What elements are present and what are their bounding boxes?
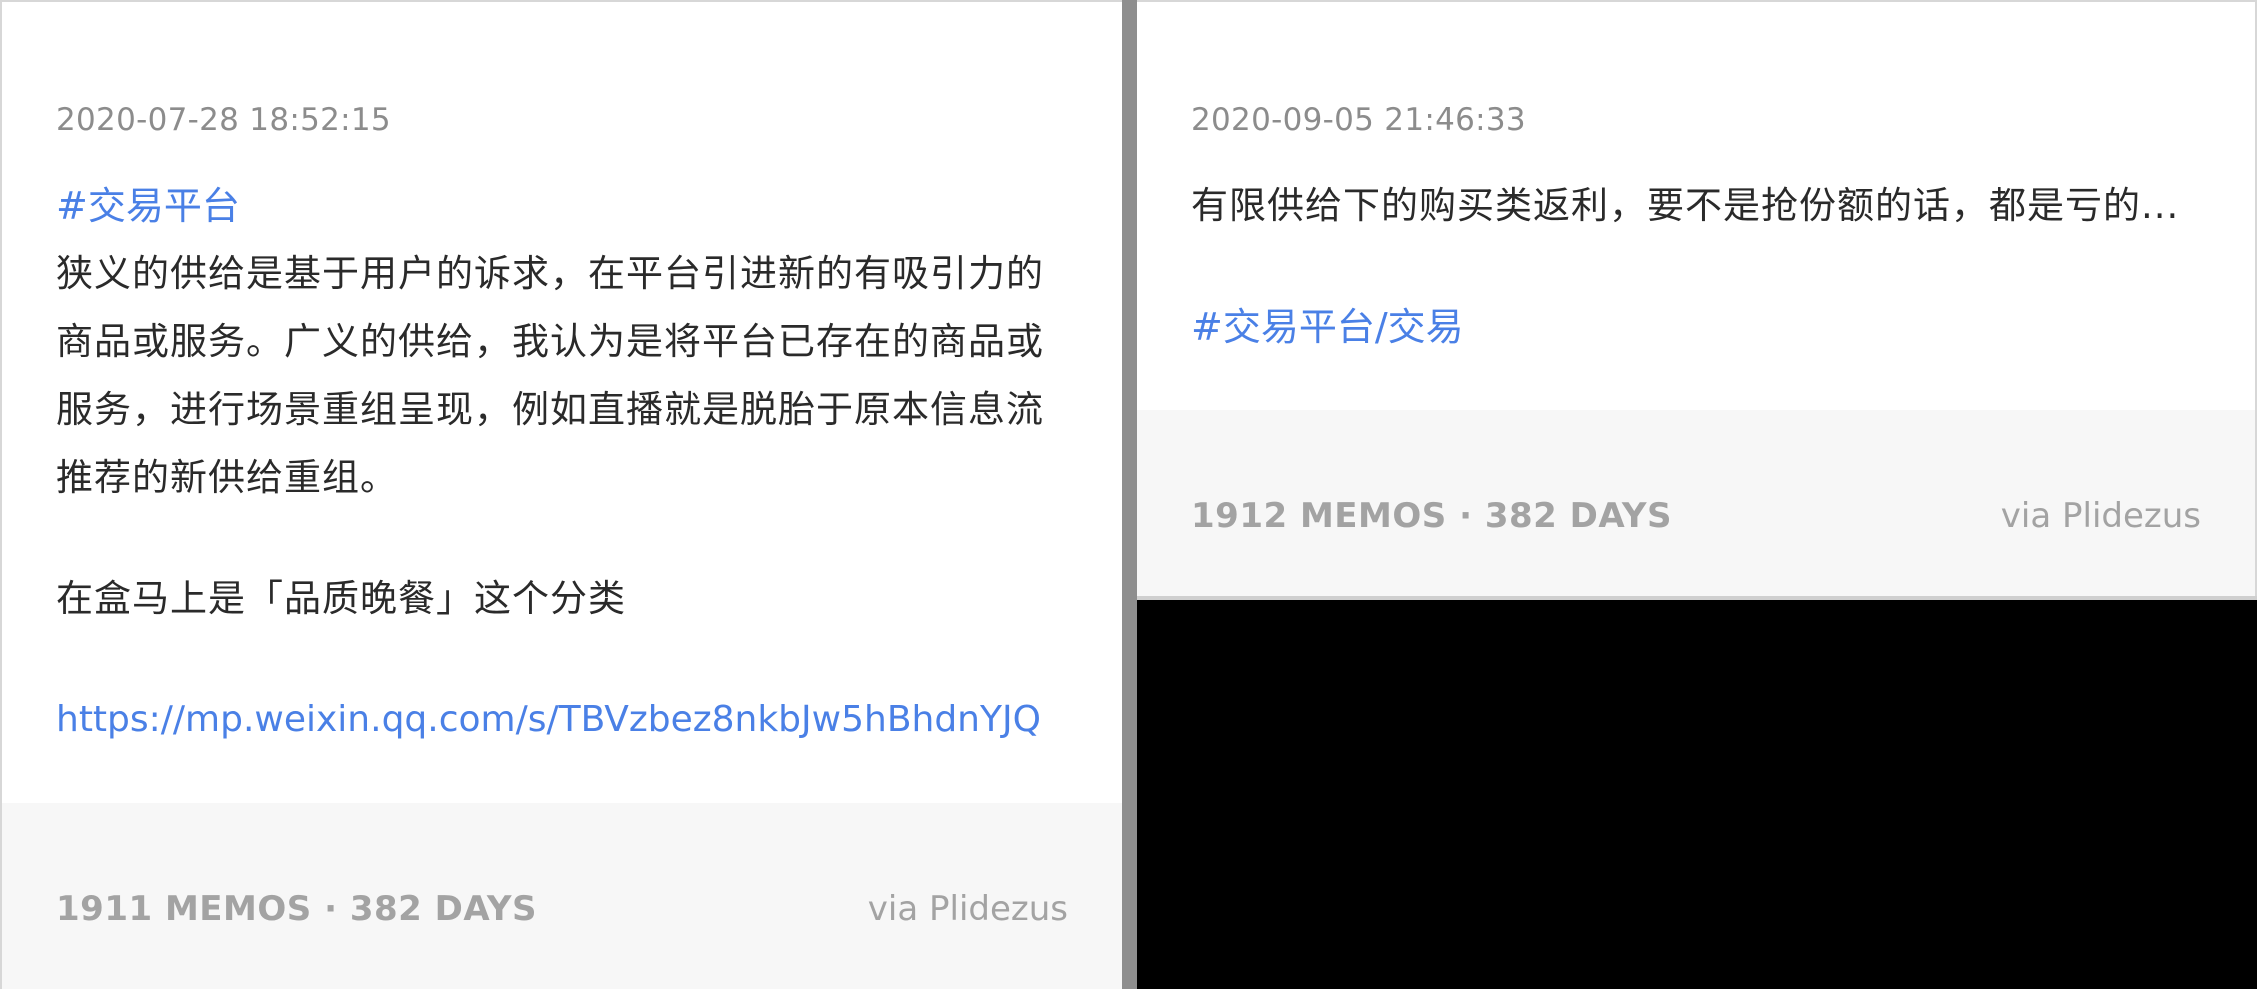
memo-card-2: 2020-09-05 21:46:33 有限供给下的购买类返利，要不是抢份额的话… [1137, 0, 2257, 596]
memo-content: #交易平台 狭义的供给是基于用户的诉求，在平台引进新的有吸引力的 商品或服务。广… [56, 172, 1076, 754]
memo-footer: 1912 MEMOS · 382 DAYS via Plidezus [1137, 410, 2255, 596]
card-divider [1122, 0, 1137, 989]
memo-timestamp: 2020-07-28 18:52:15 [56, 102, 391, 138]
memo-line-3: 服务，进行场景重组呈现，例如直播就是脱胎于原本信息流 [56, 388, 1044, 431]
memo-card-1: 2020-07-28 18:52:15 #交易平台 狭义的供给是基于用户的诉求，… [0, 0, 1122, 989]
memo-line-2: 商品或服务。广义的供给，我认为是将平台已存在的商品或 [56, 320, 1044, 363]
memo-stats: 1911 MEMOS · 382 DAYS [56, 889, 538, 929]
memo-stats: 1912 MEMOS · 382 DAYS [1191, 496, 1673, 536]
memo-link[interactable]: https://mp.weixin.qq.com/s/TBVzbez8nkbJw… [56, 699, 1041, 740]
memo-share-canvas: 2020-07-28 18:52:15 #交易平台 狭义的供给是基于用户的诉求，… [0, 0, 2257, 989]
memo-line-1: 狭义的供给是基于用户的诉求，在平台引进新的有吸引力的 [56, 252, 1044, 295]
memo-paragraph-2: 在盒马上是「品质晚餐」这个分类 [56, 577, 626, 620]
memo-text: 有限供给下的购买类返利，要不是抢份额的话，都是亏的... [1191, 184, 2180, 227]
card-bottom-edge [1137, 596, 2257, 600]
memo-timestamp: 2020-09-05 21:46:33 [1191, 102, 1526, 138]
via-label: via Plidezus [2000, 496, 2201, 536]
memo-tag[interactable]: #交易平台 [56, 172, 1076, 240]
memo-line-4: 推荐的新供给重组。 [56, 456, 398, 499]
memo-content: 有限供给下的购买类返利，要不是抢份额的话，都是亏的... #交易平台/交易 [1191, 172, 2211, 361]
memo-footer: 1911 MEMOS · 382 DAYS via Plidezus [2, 803, 1122, 989]
via-label: via Plidezus [867, 889, 1068, 929]
memo-tag[interactable]: #交易平台/交易 [1191, 293, 2211, 361]
